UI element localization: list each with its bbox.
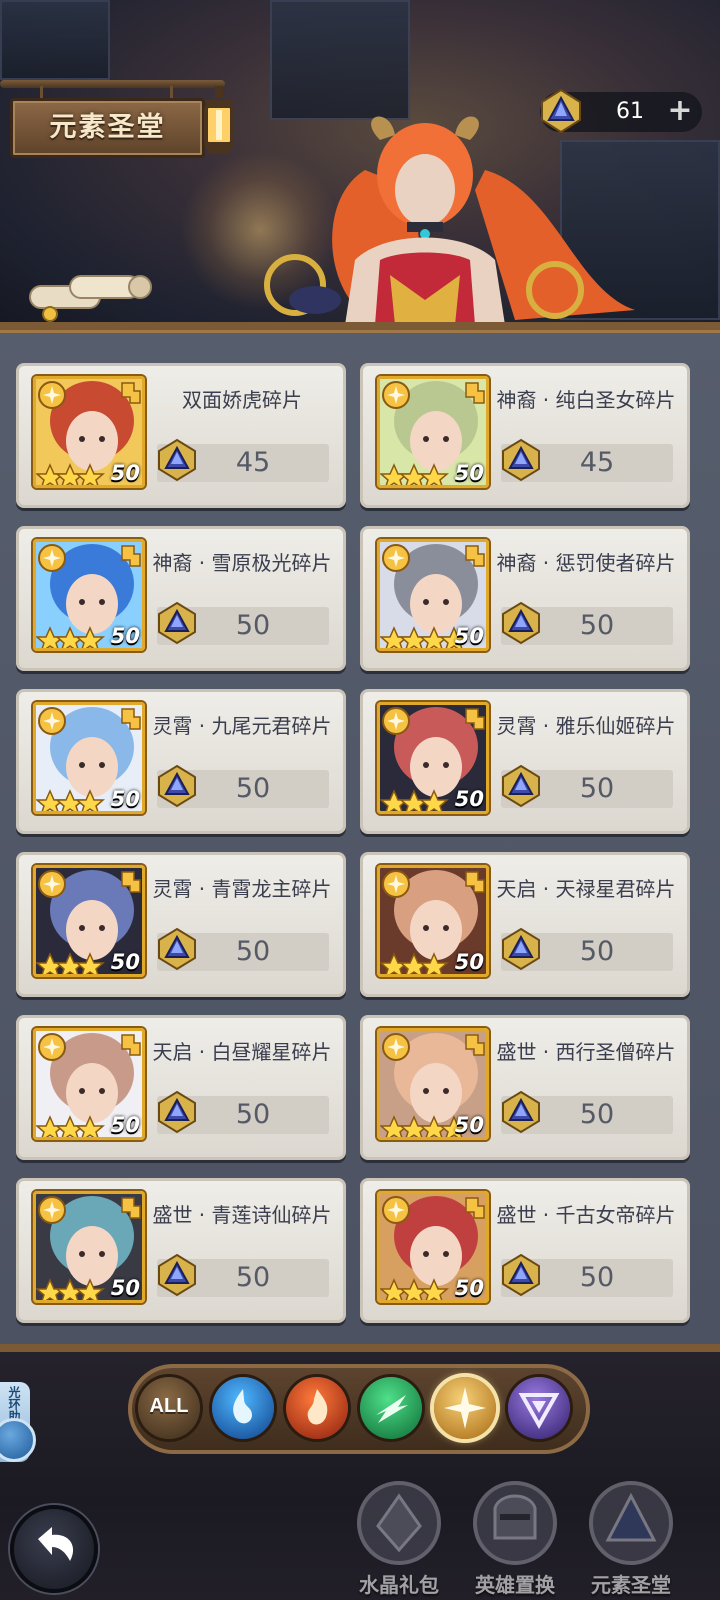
hero-level: 50: [454, 1276, 484, 1300]
hero-swap-icon: [473, 1481, 557, 1565]
crystal-icon: [158, 601, 196, 645]
hero-character-illustration: [264, 116, 635, 325]
hero-level: 50: [454, 1113, 484, 1137]
scrolls-decoration: [29, 275, 152, 322]
crystal-icon: [541, 88, 581, 134]
water-element-icon: [233, 1389, 252, 1424]
item-name: 天启 · 天禄星君碎片: [496, 877, 676, 901]
item-name: 盛世 · 西行圣僧碎片: [496, 1040, 676, 1064]
item-name: 神裔 · 纯白圣女碎片: [496, 388, 676, 412]
hero-level: 50: [110, 624, 140, 648]
lantern-icon: [204, 86, 234, 154]
item-name: 天启 · 白昼耀星碎片: [152, 1040, 332, 1064]
hero-portrait: 50: [377, 1191, 489, 1303]
filter-all-label: ALL: [149, 1395, 189, 1417]
item-name: 双面娇虎碎片: [182, 388, 302, 412]
filter-light-button[interactable]: [434, 1377, 496, 1439]
shop-panel: 50 双面娇虎碎片 45 50 神裔 · 纯白圣女碎片 45 50 神裔 · 雪…: [0, 322, 720, 1352]
hero-portrait: 50: [377, 376, 489, 488]
hero-portrait: 50: [377, 1028, 489, 1140]
nav-label: 水晶礼包: [359, 1573, 439, 1597]
shop-item-card[interactable]: 50 神裔 · 惩罚使者碎片 50: [360, 526, 690, 671]
item-name: 灵霄 · 雅乐仙姬碎片: [496, 714, 676, 738]
light-element-icon: [444, 1387, 486, 1429]
crystal-icon: [502, 927, 540, 971]
nav-hero-swap[interactable]: 英雄置换: [460, 1478, 570, 1598]
shop-item-card[interactable]: 50 双面娇虎碎片 45: [16, 363, 346, 508]
crystal-icon: [158, 1090, 196, 1134]
currency-value: 61: [616, 99, 644, 124]
item-name: 灵霄 · 青霄龙主碎片: [152, 877, 332, 901]
page-title: 元素圣堂: [49, 112, 166, 143]
hero-portrait: 50: [33, 376, 145, 488]
hero-level: 50: [110, 787, 140, 811]
hero-portrait: 50: [33, 865, 145, 977]
app-root: 元素圣堂 61 + 50 双面娇虎碎片 45 50 神裔 · 纯白圣女碎片 45…: [0, 0, 720, 1600]
filter-dark-button[interactable]: [508, 1377, 570, 1439]
shop-item-card[interactable]: 50 神裔 · 纯白圣女碎片 45: [360, 363, 690, 508]
item-name: 神裔 · 雪原极光碎片: [152, 551, 332, 575]
crystal-gift-icon: [357, 1481, 441, 1565]
hero-portrait: 50: [33, 1191, 145, 1303]
crystal-icon: [158, 438, 196, 482]
crystal-icon: [502, 601, 540, 645]
background-shelf: [270, 0, 410, 120]
hero-level: 50: [110, 461, 140, 485]
hero-portrait: 50: [33, 1028, 145, 1140]
hero-level: 50: [454, 950, 484, 974]
hero-portrait: 50: [33, 702, 145, 814]
hero-portrait: 50: [377, 539, 489, 651]
wind-element-icon: [376, 1395, 408, 1423]
filter-fire-button[interactable]: [286, 1377, 348, 1439]
crystal-icon: [158, 764, 196, 808]
crystal-icon: [158, 1253, 196, 1297]
item-name: 灵霄 · 九尾元君碎片: [152, 714, 332, 738]
crystal-icon: [502, 438, 540, 482]
shop-item-card[interactable]: 50 盛世 · 西行圣僧碎片 50: [360, 1015, 690, 1160]
shop-item-card[interactable]: 50 灵霄 · 雅乐仙姬碎片 50: [360, 689, 690, 834]
title-sign: 元素圣堂: [10, 98, 205, 158]
shop-item-card[interactable]: 50 神裔 · 雪原极光碎片 50: [16, 526, 346, 671]
shop-item-card[interactable]: 50 盛世 · 千古女帝碎片 50: [360, 1178, 690, 1323]
back-arrow-icon: [38, 1527, 74, 1561]
shop-item-card[interactable]: 50 天启 · 白昼耀星碎片 50: [16, 1015, 346, 1160]
hero-portrait: 50: [377, 865, 489, 977]
nav-crystal-gift[interactable]: 水晶礼包: [344, 1478, 454, 1598]
filter-all-button[interactable]: ALL: [138, 1377, 200, 1439]
nav-element-hall[interactable]: 元素圣堂: [576, 1478, 686, 1598]
crystal-icon: [158, 927, 196, 971]
shop-item-card[interactable]: 50 天启 · 天禄星君碎片 50: [360, 852, 690, 997]
hero-level: 50: [110, 950, 140, 974]
back-button[interactable]: [10, 1505, 98, 1593]
background-shelf: [0, 0, 110, 80]
hero-banner: 元素圣堂 61 +: [0, 0, 720, 330]
item-name: 神裔 · 惩罚使者碎片: [496, 551, 676, 575]
item-name: 盛世 · 青莲诗仙碎片: [152, 1203, 332, 1227]
filter-wind-button[interactable]: [360, 1377, 422, 1439]
fire-element-icon: [307, 1389, 328, 1425]
element-hall-icon: [589, 1481, 673, 1565]
crystal-icon: [502, 764, 540, 808]
crystal-icon: [502, 1090, 540, 1134]
currency-display: 61 +: [540, 88, 702, 134]
hero-level: 50: [110, 1276, 140, 1300]
hero-portrait: 50: [377, 702, 489, 814]
hero-level: 50: [454, 624, 484, 648]
shop-item-card[interactable]: 50 灵霄 · 九尾元君碎片 50: [16, 689, 346, 834]
hero-portrait: 50: [33, 539, 145, 651]
dark-element-icon: [518, 1393, 560, 1430]
sign-rod: [0, 80, 225, 88]
hero-level: 50: [454, 461, 484, 485]
nav-label: 英雄置换: [475, 1573, 555, 1597]
filter-water-button[interactable]: [212, 1377, 274, 1439]
nav-label: 元素圣堂: [591, 1573, 671, 1597]
hero-level: 50: [110, 1113, 140, 1137]
add-currency-button[interactable]: +: [664, 96, 696, 128]
shop-item-card[interactable]: 50 盛世 · 青莲诗仙碎片 50: [16, 1178, 346, 1323]
item-name: 盛世 · 千古女帝碎片: [496, 1203, 676, 1227]
hero-level: 50: [454, 787, 484, 811]
crystal-icon: [502, 1253, 540, 1297]
element-filter-bar: ALL: [128, 1364, 590, 1454]
shop-item-card[interactable]: 50 灵霄 · 青霄龙主碎片 50: [16, 852, 346, 997]
